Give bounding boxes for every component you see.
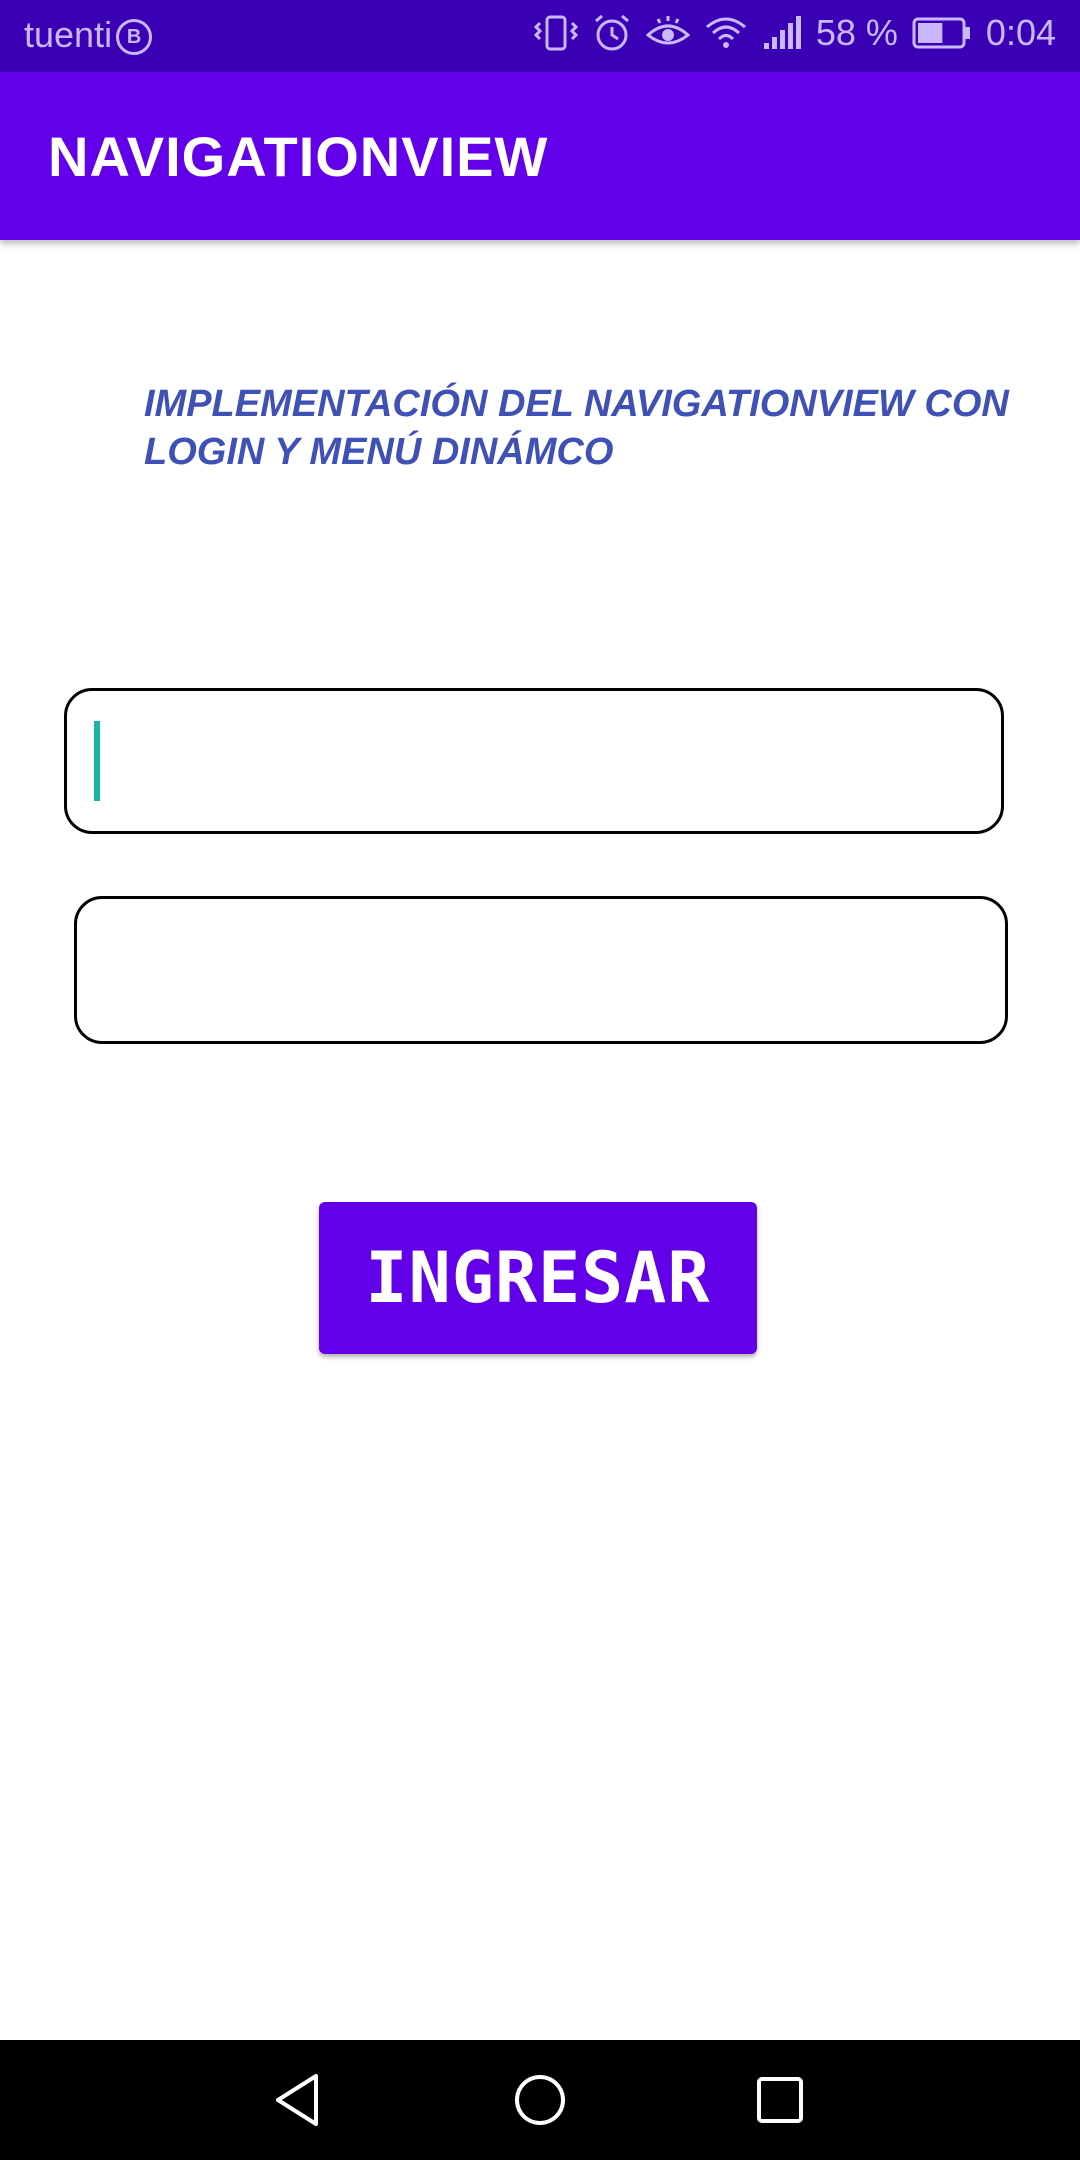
carrier: tuenti B [24,14,153,56]
clock: 0:04 [985,12,1056,53]
app-bar: NAVIGATIONVIEW [0,72,1080,240]
username-input[interactable] [67,691,1001,831]
password-field[interactable] [74,896,1008,1044]
carrier-badge: B [116,19,153,55]
app-title: NAVIGATIONVIEW [48,125,549,188]
login-button[interactable]: INGRESAR [319,1202,757,1354]
wifi-icon [704,13,748,53]
text-cursor [94,721,100,801]
eye-comfort-icon [645,13,690,53]
alarm-icon [592,13,632,53]
status-bar: tuenti B 58 % 0:04 [0,0,1080,72]
username-field[interactable] [64,688,1004,834]
battery-percent: 58 % [815,12,898,53]
vibrate-icon [533,13,578,53]
recents-icon[interactable] [750,2070,810,2130]
back-icon[interactable] [270,2070,330,2130]
password-input[interactable] [77,899,1005,1041]
home-icon[interactable] [510,2070,570,2130]
headline: IMPLEMENTACIÓN DEL NAVIGATIONVIEW CON LO… [144,383,1009,473]
status-icons: 58 % 0:04 [533,12,1056,54]
signal-icon [762,13,802,53]
battery-icon [912,16,972,50]
navigation-bar [0,2040,1080,2160]
carrier-name: tuenti [24,14,113,55]
